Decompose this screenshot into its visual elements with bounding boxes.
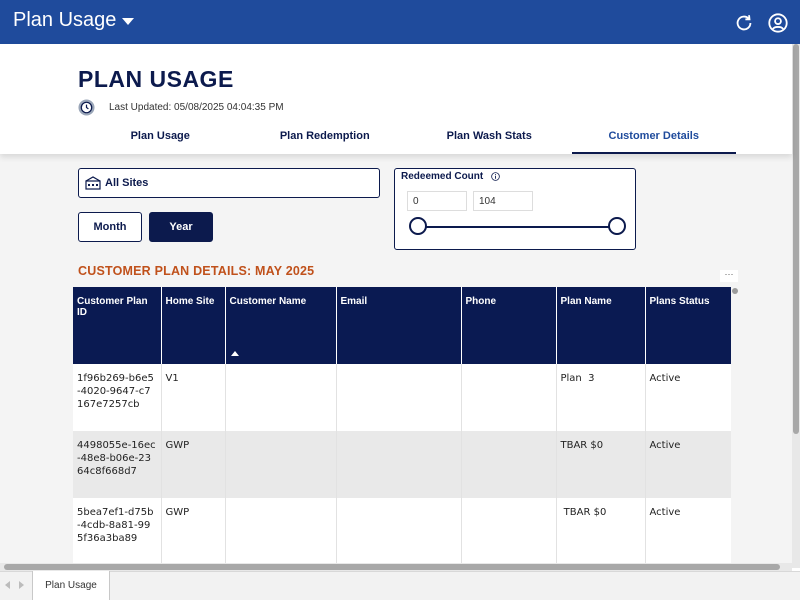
page-vertical-scroll-thumb[interactable] xyxy=(793,44,799,434)
table-vertical-scrollbar[interactable] xyxy=(731,287,739,568)
column-header-customer-name-label: Customer Name xyxy=(229,296,307,307)
range-slider-max-handle[interactable] xyxy=(608,217,626,235)
cell-home-site: GWP xyxy=(161,431,226,498)
cell-customer-name xyxy=(225,498,337,565)
site-filter-label: All Sites xyxy=(105,177,149,189)
cell-email xyxy=(336,431,462,498)
table-row[interactable]: 4498055e-16ec-48e8-b06e-2364c8f668d7 GWP… xyxy=(73,431,731,498)
cell-plan-name: TBAR $0 xyxy=(556,498,646,565)
site-filter[interactable]: All Sites xyxy=(78,168,380,198)
cell-home-site: V1 xyxy=(161,364,226,431)
table-scroll-thumb[interactable] xyxy=(732,288,738,294)
redeemed-min-input[interactable]: 0 xyxy=(407,191,467,211)
cell-customer-name xyxy=(225,431,337,498)
column-header-home-site[interactable]: Home Site xyxy=(161,287,226,364)
cell-email xyxy=(336,364,462,431)
section-title: CUSTOMER PLAN DETAILS: MAY 2025 xyxy=(78,264,315,278)
redeemed-count-filter: Redeemed Count 0 104 xyxy=(394,168,636,250)
tab-customer-details[interactable]: Customer Details xyxy=(571,122,736,154)
customer-details-table: Customer Plan ID Home Site Customer Name… xyxy=(73,287,731,568)
bottom-sheet-bar: Plan Usage xyxy=(0,571,800,600)
cell-plans-status: Active xyxy=(645,431,731,498)
column-header-email[interactable]: Email xyxy=(336,287,462,364)
account-circle-icon[interactable] xyxy=(767,12,789,34)
cell-email xyxy=(336,498,462,565)
tab-plan-usage[interactable]: Plan Usage xyxy=(78,122,243,154)
range-slider-min-handle[interactable] xyxy=(409,217,427,235)
year-button[interactable]: Year xyxy=(149,212,213,242)
column-header-phone[interactable]: Phone xyxy=(461,287,557,364)
tab-plan-redemption[interactable]: Plan Redemption xyxy=(243,122,408,154)
cell-plans-status: Active xyxy=(645,364,731,431)
table-row[interactable]: 1f96b269-b6e5-4020-9647-c7167e7257cb V1 … xyxy=(73,364,731,431)
content-area: All Sites Month Year Redeemed Count 0 10… xyxy=(0,154,792,568)
cell-plans-status: Active xyxy=(645,498,731,565)
cell-home-site: GWP xyxy=(161,498,226,565)
last-updated: Last Updated: 05/08/2025 04:04:35 PM xyxy=(78,99,284,116)
cell-phone xyxy=(461,498,557,565)
column-header-customer-name[interactable]: Customer Name xyxy=(225,287,337,364)
table-row[interactable]: 5bea7ef1-d75b-4cdb-8a81-995f36a3ba89 GWP… xyxy=(73,498,731,565)
page-header: PLAN USAGE Last Updated: 05/08/2025 04:0… xyxy=(0,44,792,154)
clock-icon xyxy=(78,99,95,116)
cell-plan-name: TBAR $0 xyxy=(556,431,646,498)
last-updated-text: Last Updated: 05/08/2025 04:04:35 PM xyxy=(109,102,284,113)
column-header-plans-status[interactable]: Plans Status xyxy=(645,287,731,364)
cell-customer-plan-id: 4498055e-16ec-48e8-b06e-2364c8f668d7 xyxy=(73,431,162,498)
month-button[interactable]: Month xyxy=(78,212,142,242)
column-header-customer-plan-id[interactable]: Customer Plan ID xyxy=(73,287,162,364)
page-horizontal-scroll-thumb[interactable] xyxy=(4,564,780,570)
sort-ascending-icon xyxy=(230,351,239,356)
page-horizontal-scrollbar[interactable] xyxy=(0,563,792,571)
caret-down-icon xyxy=(122,18,135,25)
building-icon xyxy=(85,176,101,190)
tab-bar: Plan Usage Plan Redemption Plan Wash Sta… xyxy=(78,122,736,154)
app-title-dropdown[interactable]: Plan Usage xyxy=(13,9,135,32)
cell-customer-plan-id: 5bea7ef1-d75b-4cdb-8a81-995f36a3ba89 xyxy=(73,498,162,565)
tab-plan-wash-stats[interactable]: Plan Wash Stats xyxy=(407,122,572,154)
table-header-row: Customer Plan ID Home Site Customer Name… xyxy=(73,287,731,364)
page-title: PLAN USAGE xyxy=(78,66,234,92)
range-slider-track[interactable] xyxy=(418,226,616,228)
next-sheet-icon[interactable] xyxy=(19,581,24,589)
cell-phone xyxy=(461,431,557,498)
cell-plan-name: Plan 3 xyxy=(556,364,646,431)
redeemed-count-header: Redeemed Count xyxy=(401,171,501,182)
previous-sheet-icon[interactable] xyxy=(5,581,10,589)
column-header-plan-name[interactable]: Plan Name xyxy=(556,287,646,364)
cell-phone xyxy=(461,364,557,431)
more-options-icon[interactable]: ··· xyxy=(720,270,738,282)
redeemed-count-label: Redeemed Count xyxy=(401,171,484,182)
info-icon[interactable] xyxy=(491,172,501,181)
redeemed-max-input[interactable]: 104 xyxy=(473,191,533,211)
cell-customer-plan-id: 1f96b269-b6e5-4020-9647-c7167e7257cb xyxy=(73,364,162,431)
page-vertical-scrollbar[interactable] xyxy=(792,44,800,568)
sheet-tab-plan-usage[interactable]: Plan Usage xyxy=(32,571,110,600)
refresh-icon[interactable] xyxy=(733,12,755,34)
top-bar: Plan Usage xyxy=(0,0,800,44)
app-title: Plan Usage xyxy=(13,9,117,31)
cell-customer-name xyxy=(225,364,337,431)
